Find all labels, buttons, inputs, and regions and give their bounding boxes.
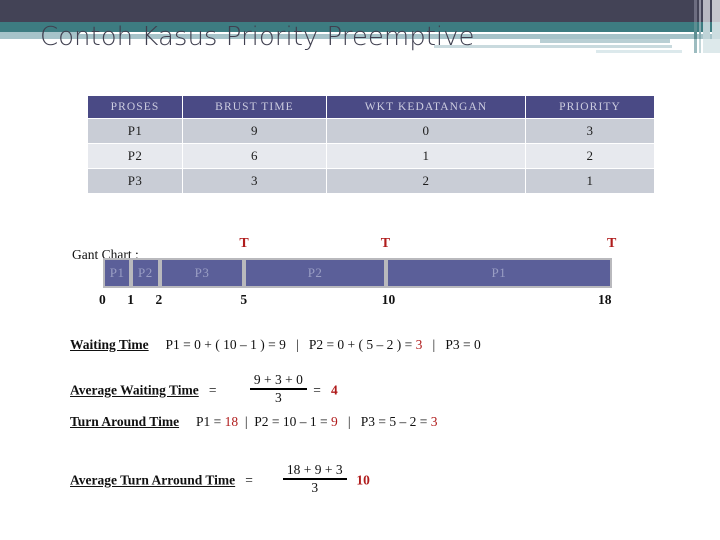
gantt-tick-label: 10 bbox=[381, 292, 396, 307]
column-header-proses: PROSES bbox=[88, 96, 182, 118]
awt-result: 4 bbox=[330, 382, 338, 398]
gantt-chart: P1 P2 P3 P2 P1 0 1 2 5 10 18 T T T bbox=[0, 0, 720, 540]
column-header-burst-time: BRUST TIME bbox=[183, 96, 326, 118]
gantt-preemption-marker: T bbox=[380, 236, 391, 251]
awt-equals: = bbox=[208, 382, 217, 398]
header-dark-band bbox=[0, 0, 720, 22]
cell-priority: 1 bbox=[526, 169, 654, 193]
awt-denominator: 3 bbox=[249, 388, 307, 406]
tat-p3-value: 3 bbox=[430, 414, 438, 429]
cell-proses: P3 bbox=[88, 169, 182, 193]
tat-sep-2: | bbox=[347, 414, 351, 429]
waiting-time-p2-value: 3 bbox=[415, 337, 423, 352]
gantt-preemption-marker: T bbox=[239, 236, 249, 251]
gantt-chart-label: Gant Chart : bbox=[72, 247, 139, 262]
waiting-time-p1: P1 = 0 + ( 10 – 1 ) = 9 bbox=[165, 337, 286, 352]
gantt-tick-label: 1 bbox=[127, 292, 135, 307]
tat-p2: P2 = 10 – 1 = bbox=[254, 414, 332, 429]
page-title: Contoh Kasus Priority Preemptive bbox=[40, 22, 475, 52]
cell-wkt: 0 bbox=[327, 119, 525, 143]
awt-equals-2: = bbox=[313, 382, 321, 398]
waiting-time-p3: P3 = 0 bbox=[445, 337, 481, 352]
process-table: PROSES BRUST TIME WKT KEDATANGAN PRIORIT… bbox=[87, 95, 655, 194]
gantt-segment: P2 bbox=[244, 258, 386, 288]
cell-burst: 6 bbox=[183, 144, 326, 168]
gantt-preemption-marker: T bbox=[607, 236, 617, 251]
cell-proses: P2 bbox=[88, 144, 182, 168]
awt-numerator: 9 + 3 + 0 bbox=[253, 372, 303, 387]
cell-priority: 2 bbox=[526, 144, 654, 168]
tat-p1: P1 = bbox=[195, 414, 225, 429]
cell-wkt: 1 bbox=[327, 144, 525, 168]
waiting-time-label: Waiting Time bbox=[70, 337, 149, 352]
cell-burst: 9 bbox=[183, 119, 326, 143]
average-waiting-time-label: Average Waiting Time bbox=[70, 382, 199, 398]
cell-wkt: 2 bbox=[327, 169, 525, 193]
waiting-time-line: Waiting Time P1 = 0 + ( 10 – 1 ) = 9 | P… bbox=[70, 337, 481, 353]
table-header-row: PROSES BRUST TIME WKT KEDATANGAN PRIORIT… bbox=[88, 96, 654, 118]
waiting-time-sep-2: | bbox=[432, 337, 436, 352]
column-header-wkt-kedatangan: WKT KEDATANGAN bbox=[327, 96, 525, 118]
gantt-tick-label: 5 bbox=[240, 292, 248, 307]
atat-denominator: 3 bbox=[282, 478, 347, 496]
table-row: P2 6 1 2 bbox=[88, 144, 654, 168]
cell-proses: P1 bbox=[88, 119, 182, 143]
cell-burst: 3 bbox=[183, 169, 326, 193]
average-turn-around-time-label: Average Turn Arround Time bbox=[70, 472, 236, 488]
tat-p2-value: 9 bbox=[331, 414, 338, 429]
average-waiting-time-line: Average Waiting Time = 9 + 3 + 0 3 = 4 bbox=[70, 372, 338, 406]
table-row: P3 3 2 1 bbox=[88, 169, 654, 193]
atat-numerator: 18 + 9 + 3 bbox=[286, 462, 343, 477]
atat-result: 10 bbox=[356, 472, 370, 488]
waiting-time-p2: P2 = 0 + ( 5 – 2 ) = bbox=[308, 337, 416, 352]
column-header-priority: PRIORITY bbox=[526, 96, 654, 118]
waiting-time-sep-1: | bbox=[295, 337, 299, 352]
turn-around-time-line: Turn Around Time P1 = 18 | P2 = 10 – 1 =… bbox=[70, 414, 437, 430]
tat-p1-value: 18 bbox=[224, 414, 239, 429]
awt-fraction: 9 + 3 + 0 3 bbox=[249, 372, 307, 406]
header-accent-line-1 bbox=[540, 39, 670, 43]
header-accent-line-3 bbox=[596, 50, 682, 53]
tat-p3: P3 = 5 – 2 = bbox=[360, 414, 431, 429]
gantt-segment: P1 bbox=[385, 258, 612, 288]
gantt-tick-label: 0 bbox=[99, 292, 106, 307]
atat-equals: = bbox=[245, 472, 253, 488]
turn-around-time-label: Turn Around Time bbox=[70, 414, 180, 429]
cell-priority: 3 bbox=[526, 119, 654, 143]
atat-fraction: 18 + 9 + 3 3 bbox=[282, 462, 347, 496]
gantt-tick-label: 2 bbox=[155, 292, 163, 307]
tat-sep-1: | bbox=[244, 414, 248, 429]
header-stripe-white bbox=[694, 53, 720, 61]
average-turn-around-time-line: Average Turn Arround Time = 18 + 9 + 3 3… bbox=[70, 462, 370, 496]
table-row: P1 9 0 3 bbox=[88, 119, 654, 143]
gantt-tick-label: 18 bbox=[598, 292, 612, 307]
gantt-segment: P3 bbox=[159, 258, 245, 288]
